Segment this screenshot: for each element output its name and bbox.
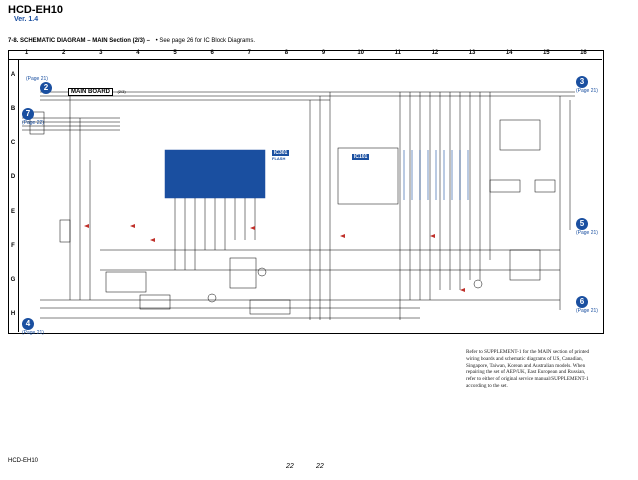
ic101-name: IC101 bbox=[352, 154, 370, 160]
connector-4-page: (Page 21) bbox=[22, 330, 44, 336]
connector-5-page: (Page 21) bbox=[576, 230, 598, 236]
connector-3-badge: 3 bbox=[576, 76, 588, 88]
connector-2-page: (Page 21) bbox=[26, 76, 48, 82]
connector-2-badge: 2 bbox=[40, 82, 52, 94]
board-label-suffix: (2/3) bbox=[117, 89, 126, 94]
connector-6-page: (Page 21) bbox=[576, 308, 598, 314]
board-label-text: MAIN BOARD bbox=[68, 88, 113, 96]
connector-4-badge: 4 bbox=[22, 318, 34, 330]
connector-2: (Page 21) 2 bbox=[26, 76, 52, 94]
footer-model: HCD-EH10 bbox=[8, 458, 39, 464]
connector-7-page: (Page 22) bbox=[22, 120, 44, 126]
connector-3: 3 (Page 21) bbox=[576, 76, 598, 94]
schematic-wiring bbox=[22, 91, 575, 320]
board-label: MAIN BOARD (2/3) bbox=[68, 80, 126, 98]
ic301-label: IC301 FLASH bbox=[272, 150, 290, 161]
connector-4: 4 (Page 21) bbox=[22, 318, 44, 336]
connector-6: 6 (Page 21) bbox=[576, 296, 598, 314]
connector-5-badge: 5 bbox=[576, 218, 588, 230]
connector-3-page: (Page 21) bbox=[576, 88, 598, 94]
ic301-sub: FLASH bbox=[272, 156, 286, 161]
ic101-label: IC101 bbox=[352, 154, 370, 160]
supplement-note: Refer to SUPPLEMENT-1 for the MAIN secti… bbox=[466, 349, 590, 389]
connector-6-badge: 6 bbox=[576, 296, 588, 308]
connector-7-badge: 7 bbox=[22, 108, 34, 120]
page-number-left: 22 bbox=[286, 463, 294, 470]
page-number-right: 22 bbox=[316, 463, 324, 470]
connector-7: 7 (Page 22) bbox=[22, 108, 44, 126]
connector-5: 5 (Page 21) bbox=[576, 218, 598, 236]
